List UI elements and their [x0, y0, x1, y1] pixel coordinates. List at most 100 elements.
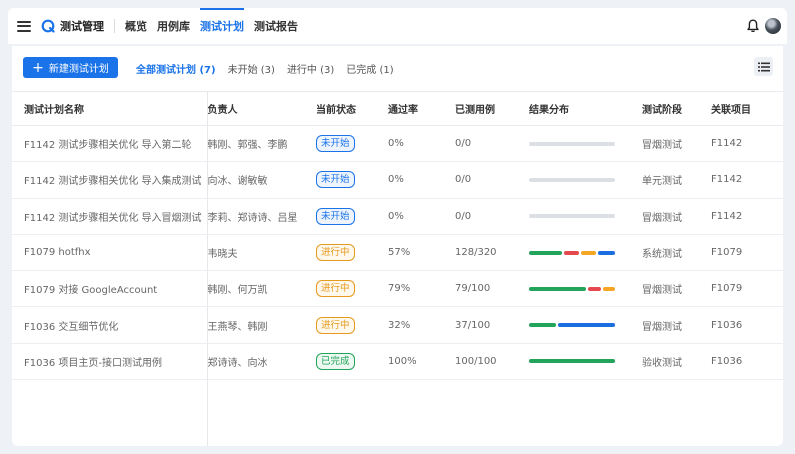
bar-segment-empty: [529, 177, 615, 182]
filter-tab-3[interactable]: 已完成 (1): [346, 61, 393, 76]
header-col-status: 当前状态: [316, 91, 388, 126]
owner: 王燕琴、韩刚: [207, 306, 316, 344]
status-cell: 进行中: [316, 234, 388, 272]
empty-cell: [388, 380, 455, 446]
table-row[interactable]: F1142 测试步骤相关优化 导入第二轮 韩刚、郭强、李鹏 未开始 0% 0/0 冒烟测试…: [12, 125, 783, 163]
tested-cases: 100/100: [455, 343, 529, 381]
top-bar: 测试管理 概览 用例库 测试计划 测试报告: [8, 8, 787, 44]
bar-segment-blocked: [581, 250, 597, 255]
owner: 韦晓夫: [207, 234, 316, 272]
pass-rate: 32%: [388, 306, 455, 344]
tested-cases: 0/0: [455, 125, 529, 163]
pass-rate: 79%: [388, 270, 455, 308]
distribution-bar: [529, 323, 615, 328]
distribution-bar: [529, 250, 615, 255]
empty-cell: [12, 379, 208, 446]
toolbar: + 新建测试计划 全部测试计划 (7) 未开始 (3) 进行中 (3) 已完成 (1): [12, 46, 783, 91]
result-distribution: [529, 161, 642, 199]
distribution-bar: [529, 286, 615, 291]
filter-tab-0[interactable]: 全部测试计划 (7): [136, 61, 216, 76]
avatar[interactable]: [765, 18, 781, 34]
status-badge: 未开始: [316, 135, 355, 153]
distribution-bar: [529, 141, 615, 146]
status-badge: 未开始: [316, 207, 355, 225]
plan-name: F1142 测试步骤相关优化 导入集成测试: [12, 161, 208, 199]
test-stage: 验收测试: [642, 343, 711, 381]
table-header-row: 测试计划名称 负责人 当前状态 通过率 已测用例 结果分布 测试阶段 关联项目: [12, 91, 783, 126]
bar-segment-other: [557, 323, 615, 328]
result-distribution: [529, 270, 642, 308]
status-badge: 未开始: [316, 171, 355, 189]
main-panel: + 新建测试计划 全部测试计划 (7) 未开始 (3) 进行中 (3) 已完成 (1)…: [12, 46, 783, 446]
status-cell: 已完成: [316, 343, 388, 381]
header-col-owner: 负责人: [207, 91, 316, 126]
owner: 韩刚、郭强、李鹏: [207, 125, 316, 163]
hamburger-icon[interactable]: [17, 20, 31, 32]
status-badge: 进行中: [316, 316, 355, 334]
plan-name: F1079 hotfhx: [12, 234, 208, 272]
table-row[interactable]: F1142 测试步骤相关优化 导入集成测试 向冰、谢敏敏 未开始 0% 0/0 单元测试 F…: [12, 161, 783, 199]
nav-tab-1[interactable]: 用例库: [157, 8, 190, 44]
test-stage: 冒烟测试: [642, 270, 711, 308]
header-col-distribution: 结果分布: [529, 91, 642, 126]
empty-row: [12, 379, 783, 446]
tested-cases: 0/0: [455, 161, 529, 199]
table-row[interactable]: F1142 测试步骤相关优化 导入冒烟测试 李莉、郑诗诗、吕星 未开始 0% 0/0 冒烟…: [12, 198, 783, 235]
table-row[interactable]: F1079 hotfhx 韦晓夫 进行中 57% 128/320 系统测试 F1079: [12, 234, 783, 272]
status-cell: 进行中: [316, 306, 388, 344]
top-nav: 概览 用例库 测试计划 测试报告: [125, 8, 308, 44]
result-distribution: [529, 343, 642, 381]
pass-rate: 100%: [388, 343, 455, 381]
plan-name: F1036 交互细节优化: [12, 306, 208, 344]
project: F1142: [711, 161, 783, 199]
bell-icon[interactable]: [747, 19, 759, 33]
owner: 李莉、郑诗诗、吕星: [207, 198, 316, 235]
filter-tab-1[interactable]: 未开始 (3): [228, 61, 275, 76]
test-plan-table: 测试计划名称 负责人 当前状态 通过率 已测用例 结果分布 测试阶段 关联项目 F1142 测…: [12, 91, 783, 446]
status-badge: 进行中: [316, 244, 355, 262]
empty-cell: [711, 380, 783, 446]
status-filters: 全部测试计划 (7) 未开始 (3) 进行中 (3) 已完成 (1): [136, 61, 406, 76]
table-row[interactable]: F1079 对接 GoogleAccount 韩刚、何万凯 进行中 79% 79/100…: [12, 270, 783, 308]
list-view-button[interactable]: [754, 57, 773, 76]
status-cell: 未开始: [316, 161, 388, 199]
nav-divider: [114, 19, 115, 33]
bar-segment-blocked: [602, 286, 615, 291]
nav-tab-3[interactable]: 测试报告: [254, 8, 298, 44]
project: F1079: [711, 234, 783, 272]
nav-tab-2[interactable]: 测试计划: [200, 8, 244, 44]
new-test-plan-button[interactable]: + 新建测试计划: [23, 57, 118, 78]
empty-cell: [529, 380, 642, 446]
status-cell: 未开始: [316, 125, 388, 163]
brand-name: 测试管理: [60, 20, 104, 33]
bar-segment-pass: [529, 323, 556, 328]
pass-rate: 0%: [388, 198, 455, 235]
bar-segment-fail: [588, 286, 601, 291]
status-badge: 已完成: [316, 352, 355, 370]
test-stage: 冒烟测试: [642, 125, 711, 163]
result-distribution: [529, 198, 642, 235]
empty-cell: [642, 380, 711, 446]
result-distribution: [529, 234, 642, 272]
header-col-stage: 测试阶段: [642, 91, 711, 126]
table-row[interactable]: F1036 项目主页-接口测试用例 郑诗诗、向冰 已完成 100% 100/100 验收测…: [12, 343, 783, 381]
project: F1142: [711, 198, 783, 235]
distribution-bar: [529, 214, 615, 219]
test-stage: 冒烟测试: [642, 198, 711, 235]
bar-segment-pass: [529, 286, 587, 291]
new-test-plan-label: 新建测试计划: [48, 64, 109, 75]
nav-tab-0[interactable]: 概览: [125, 8, 147, 44]
bar-segment-pass: [529, 359, 615, 364]
logo-icon: [41, 19, 55, 33]
plus-icon: +: [32, 59, 44, 76]
table-row[interactable]: F1036 交互细节优化 王燕琴、韩刚 进行中 32% 37/100 冒烟测试 F1036: [12, 306, 783, 344]
filter-tab-2[interactable]: 进行中 (3): [287, 61, 334, 76]
distribution-bar: [529, 359, 615, 364]
empty-cell: [207, 380, 316, 446]
test-stage: 单元测试: [642, 161, 711, 199]
project: F1142: [711, 125, 783, 163]
header-col-project: 关联项目: [711, 91, 783, 126]
tested-cases: 0/0: [455, 198, 529, 235]
empty-cell: [316, 380, 388, 446]
empty-cell: [455, 380, 529, 446]
